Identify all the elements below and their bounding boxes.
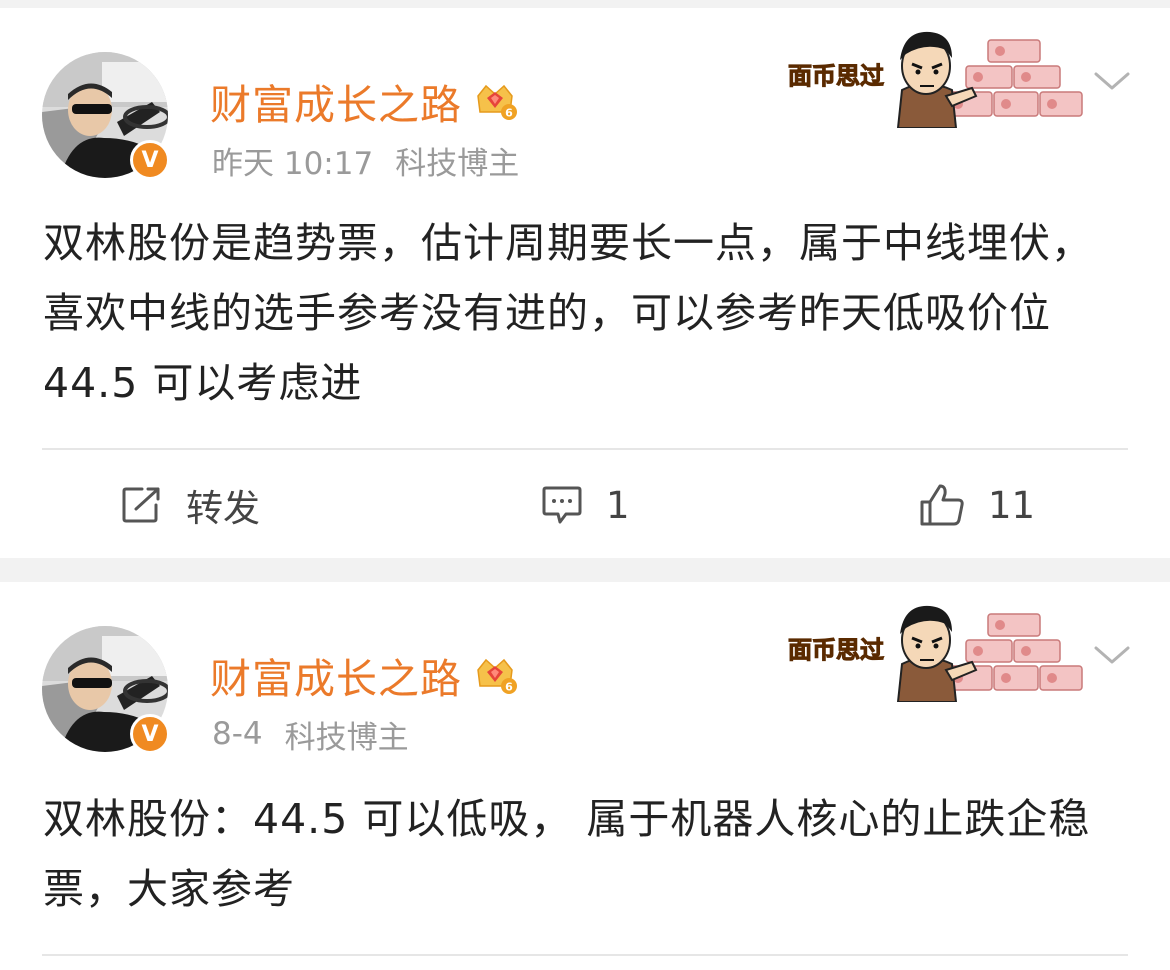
repost-icon — [122, 487, 160, 523]
money-stack-icon — [945, 39, 1083, 117]
money-stack-icon — [945, 613, 1083, 691]
repost-label: 转发 — [186, 487, 260, 530]
avatar[interactable]: V — [42, 626, 170, 754]
post-meta: 昨天 10:17 科技博主 — [212, 138, 519, 182]
post-actions: 转发 1 11 — [0, 454, 1170, 554]
sticker-text: 面币思过 — [788, 636, 884, 664]
post-meta: 8-4 科技博主 — [212, 712, 409, 756]
post-text[interactable]: 双林股份：44.5 可以低吸， 属于机器人核心的止跌企稳票，大家参考 — [43, 784, 1128, 924]
chevron-down-icon[interactable] — [1092, 66, 1132, 96]
svg-text:6: 6 — [505, 681, 513, 694]
divider — [42, 448, 1128, 450]
comment-button[interactable]: 1 — [540, 480, 630, 530]
post-timestamp: 8-4 — [212, 716, 263, 752]
post-timestamp: 昨天 10:17 — [212, 145, 374, 182]
avatar[interactable]: V — [42, 52, 170, 180]
sticker-text: 面币思过 — [788, 62, 884, 90]
post-card: V 财富成长之路 6 昨天 10:17 科技博主 面币思过 双林股份是趋势票，估… — [0, 8, 1170, 558]
like-button[interactable]: 11 — [918, 480, 1035, 530]
post-text[interactable]: 双林股份是趋势票，估计周期要长一点，属于中线埋伏，喜欢中线的选手参考没有进的，可… — [43, 208, 1128, 418]
post-card: V 财富成长之路 6 8-4 科技博主 面币思过 双林股份：44.5 可以低吸，… — [0, 582, 1170, 970]
verified-v-icon: V — [130, 714, 170, 754]
post-source: 科技博主 — [395, 145, 520, 182]
like-count: 11 — [988, 483, 1036, 527]
verified-v-icon: V — [130, 140, 170, 180]
money-sticker: 面币思过 — [788, 605, 1083, 702]
author-row: 财富成长之路 6 — [210, 70, 518, 132]
crown-gem-icon[interactable]: 6 — [472, 78, 518, 124]
username[interactable]: 财富成长之路 — [210, 645, 462, 705]
repost-button[interactable]: 转发 — [120, 480, 260, 530]
comment-icon — [542, 486, 582, 524]
weibo-feed: V 财富成长之路 6 昨天 10:17 科技博主 面币思过 双林股份是趋势票，估… — [0, 0, 1170, 970]
divider — [42, 954, 1128, 956]
chevron-down-icon[interactable] — [1092, 640, 1132, 670]
crown-gem-icon[interactable]: 6 — [472, 652, 518, 698]
post-source: 科技博主 — [284, 719, 409, 756]
money-sticker: 面币思过 — [788, 31, 1083, 128]
username[interactable]: 财富成长之路 — [210, 71, 462, 131]
thumbs-up-icon — [920, 484, 964, 526]
author-row: 财富成长之路 6 — [210, 644, 518, 706]
svg-text:6: 6 — [505, 107, 513, 120]
comment-count: 1 — [606, 483, 630, 527]
